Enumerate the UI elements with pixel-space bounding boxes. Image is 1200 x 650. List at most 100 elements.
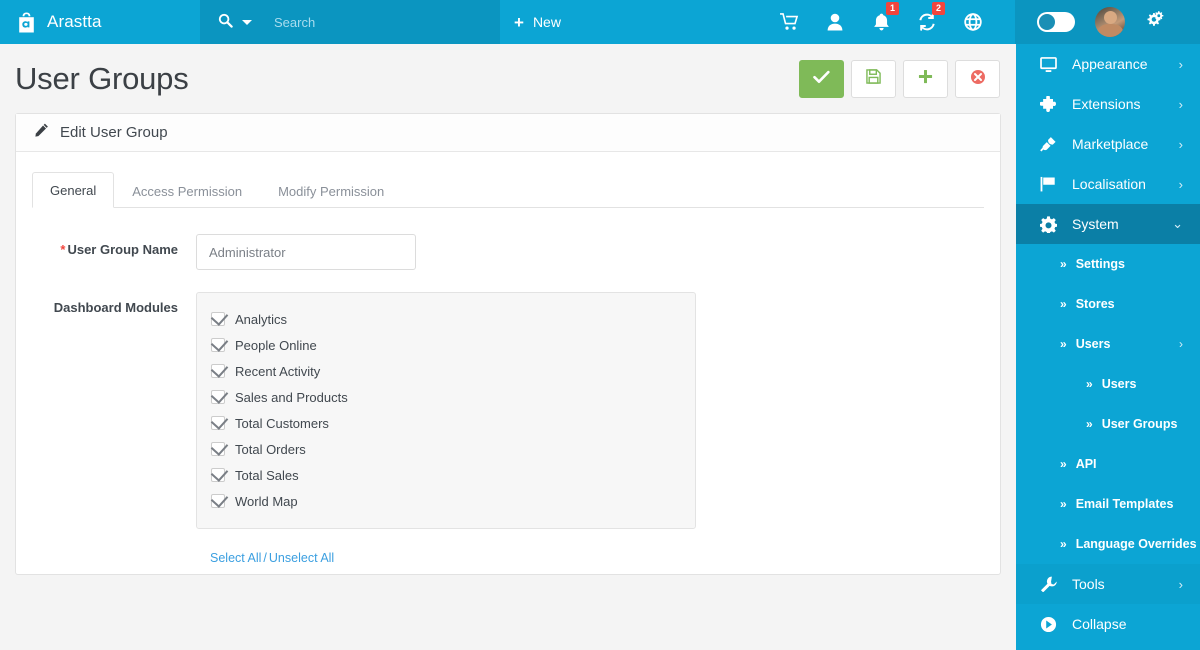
- module-item[interactable]: Sales and Products: [211, 384, 695, 410]
- sidebar-label: Appearance: [1072, 56, 1148, 72]
- checkbox-sales-and-products[interactable]: [211, 390, 225, 404]
- sidebar-item-localisation[interactable]: Localisation ›: [1016, 164, 1200, 204]
- double-chevron-icon: »: [1060, 297, 1067, 311]
- wrench-icon: [1040, 576, 1062, 592]
- link-separator: /: [263, 551, 267, 565]
- double-chevron-icon: »: [1060, 257, 1067, 271]
- plus-icon: +: [514, 12, 524, 32]
- sidebar-subitem-api[interactable]: » API: [1016, 444, 1200, 484]
- new-button[interactable]: + New: [500, 0, 620, 44]
- form-row-group-name: * User Group Name: [52, 234, 1000, 270]
- sidebar-item-extensions[interactable]: Extensions ›: [1016, 84, 1200, 124]
- sidebar-sublabel: API: [1075, 457, 1097, 471]
- tab-modify-permission[interactable]: Modify Permission: [260, 173, 402, 208]
- chevron-right-icon: ›: [1178, 96, 1183, 112]
- checkbox-people-online[interactable]: [211, 338, 225, 352]
- sidebar-sublabel: Users: [1101, 377, 1137, 391]
- chevron-right-icon: ›: [1178, 576, 1183, 592]
- sidebar-sublabel: Language Overrides: [1075, 537, 1197, 551]
- sidebar-sublabel: Users: [1075, 337, 1111, 351]
- module-item[interactable]: Total Sales: [211, 462, 695, 488]
- module-label: Analytics: [235, 311, 288, 327]
- module-item[interactable]: People Online: [211, 332, 695, 358]
- checkbox-analytics[interactable]: [211, 312, 225, 326]
- plus-icon: [918, 69, 933, 89]
- tab-general[interactable]: General: [32, 172, 115, 208]
- brand-name: Arastta: [47, 12, 102, 31]
- global-search[interactable]: [200, 0, 500, 44]
- checkbox-world-map[interactable]: [211, 494, 225, 508]
- module-item[interactable]: Total Orders: [211, 436, 695, 462]
- bell-icon[interactable]: 1: [871, 2, 899, 32]
- search-input[interactable]: [274, 14, 474, 30]
- page-header: User Groups: [0, 44, 1016, 113]
- sidebar-subitem-users-group[interactable]: » Users ›: [1016, 324, 1200, 364]
- sidebar-item-collapse[interactable]: Collapse: [1016, 604, 1200, 644]
- tab-bar: General Access Permission Modify Permiss…: [32, 170, 984, 208]
- form-row-dashboard-modules: Dashboard Modules Analytics People Onlin…: [52, 292, 1000, 529]
- plug-icon: [1040, 136, 1062, 152]
- unselect-all-link[interactable]: Unselect All: [269, 551, 334, 565]
- sidebar-subitem-stores[interactable]: » Stores: [1016, 284, 1200, 324]
- user-group-name-label-text: User Group Name: [67, 242, 178, 257]
- user-avatar[interactable]: [1095, 7, 1125, 37]
- dashboard-modules-label: Dashboard Modules: [53, 300, 178, 315]
- new-button-label: New: [532, 14, 561, 30]
- chevron-right-icon: ›: [1178, 136, 1183, 152]
- help-globe-icon[interactable]: [963, 12, 983, 32]
- sidebar-label: Marketplace: [1072, 136, 1149, 152]
- cancel-button[interactable]: [955, 60, 1000, 98]
- sidebar-label: System: [1072, 216, 1119, 232]
- add-new-button[interactable]: [903, 60, 948, 98]
- sidebar-sublabel: Settings: [1075, 257, 1125, 271]
- sidebar-subitem-email-templates[interactable]: » Email Templates: [1016, 484, 1200, 524]
- module-item[interactable]: Total Customers: [211, 410, 695, 436]
- sidebar-label: Localisation: [1072, 176, 1146, 192]
- sidebar-label: Tools: [1072, 576, 1105, 592]
- double-chevron-icon: »: [1086, 417, 1093, 431]
- dark-mode-toggle[interactable]: [1037, 12, 1075, 32]
- caret-down-icon[interactable]: [242, 19, 252, 25]
- sidebar-subitem-language-overrides[interactable]: » Language Overrides: [1016, 524, 1200, 564]
- sync-icon[interactable]: 2: [917, 2, 945, 32]
- module-label: Sales and Products: [235, 389, 348, 405]
- sync-badge: 2: [932, 2, 945, 15]
- checkbox-total-customers[interactable]: [211, 416, 225, 430]
- brand-logo[interactable]: Arastta: [0, 0, 200, 44]
- tab-access-permission[interactable]: Access Permission: [114, 173, 260, 208]
- checkbox-total-sales[interactable]: [211, 468, 225, 482]
- monitor-icon: [1040, 56, 1062, 72]
- module-item[interactable]: Analytics: [211, 306, 695, 332]
- sidebar-item-appearance[interactable]: Appearance ›: [1016, 44, 1200, 84]
- dashboard-modules-list: Analytics People Online Recent Activity …: [196, 292, 696, 529]
- save-button[interactable]: [799, 60, 844, 98]
- double-chevron-icon: »: [1060, 457, 1067, 471]
- module-item[interactable]: Recent Activity: [211, 358, 695, 384]
- gears-icon[interactable]: [1145, 10, 1165, 34]
- sidebar-label: Collapse: [1072, 616, 1127, 632]
- checkbox-total-orders[interactable]: [211, 442, 225, 456]
- cart-icon[interactable]: [779, 12, 799, 32]
- puzzle-icon: [1040, 96, 1062, 112]
- user-group-name-input[interactable]: [196, 234, 416, 270]
- save-and-stay-button[interactable]: [851, 60, 896, 98]
- collapse-icon: [1040, 616, 1062, 633]
- sidebar-label: Extensions: [1072, 96, 1141, 112]
- sidebar-subitem-user-groups[interactable]: » User Groups: [1016, 404, 1200, 444]
- module-item[interactable]: World Map: [211, 488, 695, 514]
- panel-title: Edit User Group: [60, 124, 168, 141]
- checkbox-recent-activity[interactable]: [211, 364, 225, 378]
- sidebar-item-tools[interactable]: Tools ›: [1016, 564, 1200, 604]
- double-chevron-icon: »: [1060, 537, 1067, 551]
- admin-page: Arastta + New 1 2: [0, 0, 1200, 650]
- sidebar-sublabel: Email Templates: [1075, 497, 1174, 511]
- user-group-form: *User Group Name Dashboard Modules Analy…: [16, 208, 1000, 565]
- sidebar-subitem-users[interactable]: » Users: [1016, 364, 1200, 404]
- user-icon[interactable]: [825, 12, 845, 32]
- double-chevron-icon: »: [1086, 377, 1093, 391]
- sidebar-item-system[interactable]: System ⌄: [1016, 204, 1200, 244]
- sidebar-subitem-settings[interactable]: » Settings: [1016, 244, 1200, 284]
- sidebar-item-marketplace[interactable]: Marketplace ›: [1016, 124, 1200, 164]
- chevron-down-icon: ⌄: [1172, 216, 1183, 231]
- select-all-link[interactable]: Select All: [210, 551, 261, 565]
